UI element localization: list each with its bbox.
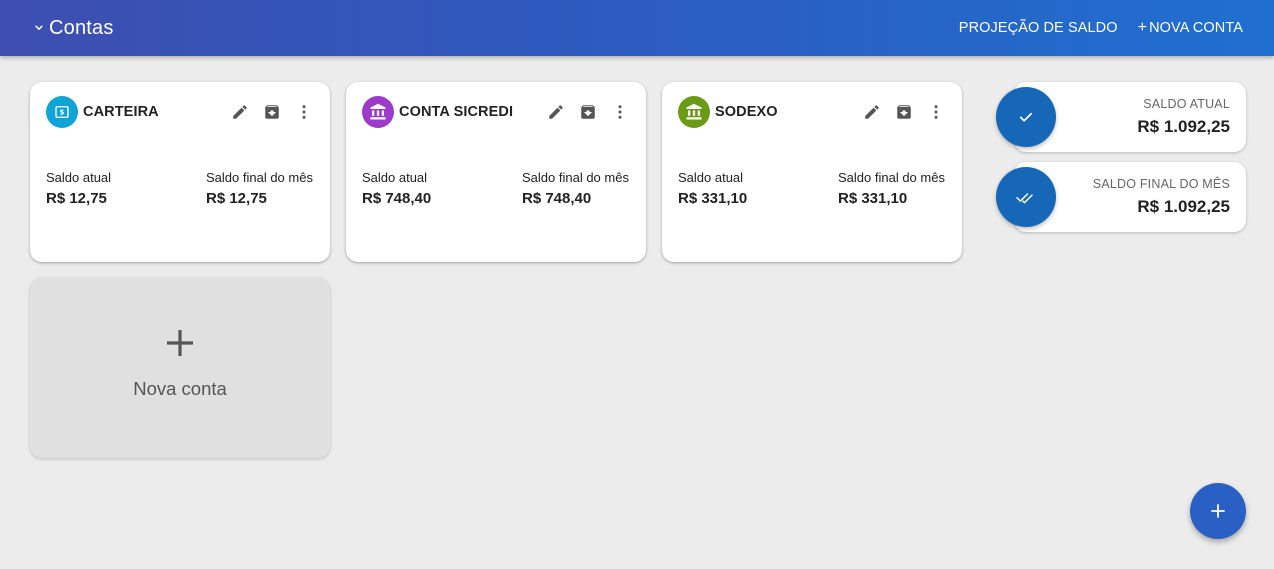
wallet-icon: $ bbox=[46, 96, 78, 128]
plus-icon: + bbox=[1137, 19, 1148, 36]
page-title-toggle[interactable]: Contas bbox=[32, 0, 114, 56]
svg-text:$: $ bbox=[60, 109, 65, 117]
current-balance-value: R$ 748,40 bbox=[362, 190, 432, 207]
chevron-down-icon bbox=[35, 25, 43, 30]
page-title: Contas bbox=[49, 16, 114, 39]
account-card[interactable]: SODEXO Saldo atual R$ 331,10 Saldo final… bbox=[662, 82, 962, 262]
summary-final-value: R$ 1.092,25 bbox=[1137, 197, 1230, 216]
double-check-icon bbox=[996, 167, 1056, 227]
more-vert-icon[interactable] bbox=[920, 96, 952, 128]
more-vert-icon[interactable] bbox=[604, 96, 636, 128]
plus-icon bbox=[1211, 504, 1225, 518]
plus-icon bbox=[167, 330, 193, 356]
current-balance-label: Saldo atual bbox=[362, 170, 428, 185]
current-balance-label: Saldo atual bbox=[46, 170, 112, 185]
month-end-balance-value: R$ 331,10 bbox=[838, 190, 908, 207]
new-account-label: NOVA CONTA bbox=[1149, 20, 1243, 36]
month-end-balance-label: Saldo final do mês bbox=[522, 170, 629, 185]
more-vert-icon[interactable] bbox=[288, 96, 320, 128]
edit-icon[interactable] bbox=[540, 96, 572, 128]
bank-icon bbox=[678, 96, 710, 128]
summary-final-label: SALDO FINAL DO MÊS bbox=[1092, 177, 1230, 191]
month-end-balance-value: R$ 748,40 bbox=[522, 190, 592, 207]
account-name: CONTA SICREDI bbox=[399, 104, 514, 120]
account-name: CARTEIRA bbox=[83, 104, 159, 120]
current-balance-value: R$ 331,10 bbox=[678, 190, 748, 207]
current-balance-label: Saldo atual bbox=[678, 170, 744, 185]
new-account-button[interactable]: + NOVA CONTA bbox=[1137, 19, 1243, 37]
archive-icon[interactable] bbox=[572, 96, 604, 128]
check-icon bbox=[996, 87, 1056, 147]
summary-current-value: R$ 1.092,25 bbox=[1137, 117, 1230, 136]
app-header: Contas PROJEÇÃO DE SALDO + NOVA CONTA bbox=[0, 0, 1274, 56]
edit-icon[interactable] bbox=[224, 96, 256, 128]
new-account-card[interactable]: Nova conta bbox=[30, 278, 330, 458]
archive-icon[interactable] bbox=[256, 96, 288, 128]
archive-icon[interactable] bbox=[888, 96, 920, 128]
account-card[interactable]: $ CARTEIRA Saldo atual R$ 12,75 Saldo fi… bbox=[30, 82, 330, 262]
add-fab-button[interactable] bbox=[1190, 483, 1246, 539]
edit-icon[interactable] bbox=[856, 96, 888, 128]
current-balance-value: R$ 12,75 bbox=[46, 190, 107, 207]
month-end-balance-value: R$ 12,75 bbox=[206, 190, 267, 207]
month-end-balance-label: Saldo final do mês bbox=[838, 170, 945, 185]
account-card[interactable]: CONTA SICREDI Saldo atual R$ 748,40 Sald… bbox=[346, 82, 646, 262]
account-name: SODEXO bbox=[715, 104, 778, 120]
month-end-balance-label: Saldo final do mês bbox=[206, 170, 313, 185]
bank-icon bbox=[362, 96, 394, 128]
balance-projection-button[interactable]: PROJEÇÃO DE SALDO bbox=[959, 20, 1118, 36]
summary-current-label: SALDO ATUAL bbox=[1143, 97, 1230, 111]
new-account-card-label: Nova conta bbox=[133, 378, 227, 399]
